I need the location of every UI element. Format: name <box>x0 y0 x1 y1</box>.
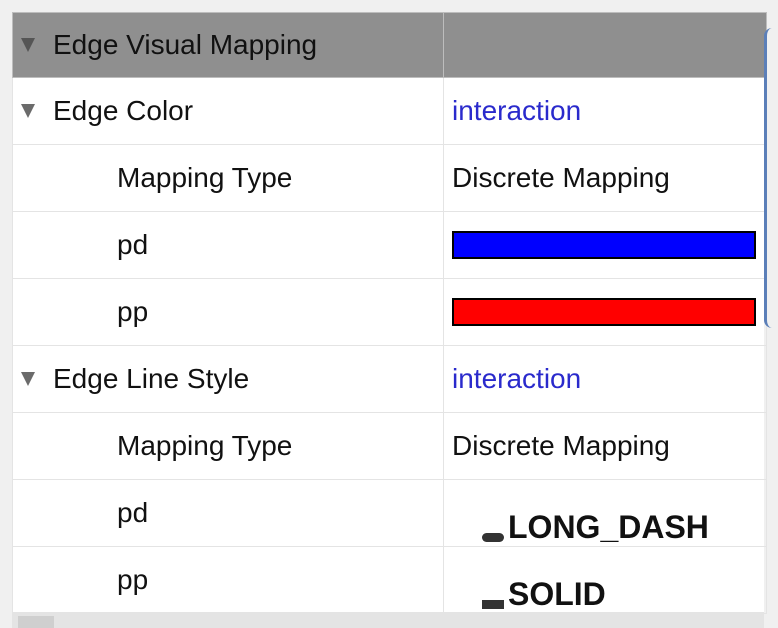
color-swatch[interactable] <box>452 298 756 326</box>
edge-line-style-entry-row[interactable]: pd LONG_DASH <box>12 479 767 547</box>
section-header-row[interactable]: Edge Visual Mapping <box>12 12 767 78</box>
edge-line-style-label: Edge Line Style <box>53 363 250 394</box>
edge-color-row[interactable]: Edge Color interaction <box>12 77 767 145</box>
edge-color-attribute[interactable]: interaction <box>452 95 581 127</box>
mapping-type-label: Mapping Type <box>117 162 293 193</box>
edge-color-entry-row[interactable]: pp <box>12 278 767 346</box>
entry-key: pp <box>117 564 149 595</box>
scrollbar-thumb[interactable] <box>18 616 54 628</box>
adjacent-panel-edge <box>764 28 776 328</box>
entry-key: pp <box>117 296 149 327</box>
mapping-type-label-cell: Mapping Type <box>12 144 444 212</box>
edge-line-style-attribute-cell[interactable]: interaction <box>443 345 767 413</box>
edge-color-entry-row[interactable]: pd <box>12 211 767 279</box>
mapping-type-value[interactable]: Discrete Mapping <box>452 162 670 194</box>
property-sheet: Edge Visual Mapping Edge Color interacti… <box>12 12 767 614</box>
entry-line-style-cell[interactable]: SOLID <box>443 546 767 614</box>
edge-color-mapping-type-row[interactable]: Mapping Type Discrete Mapping <box>12 144 767 212</box>
line-style-value[interactable]: SOLID <box>508 576 606 613</box>
entry-key-cell: pd <box>12 479 444 547</box>
edge-line-style-mapping-type-row[interactable]: Mapping Type Discrete Mapping <box>12 412 767 480</box>
visual-mapping-table: Edge Visual Mapping Edge Color interacti… <box>12 12 767 614</box>
entry-key: pd <box>117 497 149 528</box>
section-header-cell[interactable]: Edge Visual Mapping <box>12 12 444 78</box>
collapse-triangle-icon[interactable] <box>21 372 35 386</box>
entry-color-cell[interactable] <box>443 278 767 346</box>
entry-line-style-cell[interactable]: LONG_DASH <box>443 479 767 547</box>
section-header-label: Edge Visual Mapping <box>53 29 318 60</box>
mapping-type-value-cell[interactable]: Discrete Mapping <box>443 144 767 212</box>
mapping-type-value[interactable]: Discrete Mapping <box>452 430 670 462</box>
mapping-type-value-cell[interactable]: Discrete Mapping <box>443 412 767 480</box>
entry-key-cell: pp <box>12 546 444 614</box>
horizontal-scrollbar[interactable] <box>12 612 764 628</box>
edge-color-label-cell[interactable]: Edge Color <box>12 77 444 145</box>
entry-key: pd <box>117 229 149 260</box>
edge-line-style-row[interactable]: Edge Line Style interaction <box>12 345 767 413</box>
section-header-value <box>443 12 767 78</box>
long-dash-icon <box>482 533 504 542</box>
mapping-type-label-cell: Mapping Type <box>12 412 444 480</box>
mapping-type-label: Mapping Type <box>117 430 293 461</box>
edge-line-style-attribute[interactable]: interaction <box>452 363 581 395</box>
edge-line-style-label-cell[interactable]: Edge Line Style <box>12 345 444 413</box>
color-swatch[interactable] <box>452 231 756 259</box>
line-style-value[interactable]: LONG_DASH <box>508 509 709 546</box>
edge-color-attribute-cell[interactable]: interaction <box>443 77 767 145</box>
edge-line-style-entry-row[interactable]: pp SOLID <box>12 546 767 614</box>
entry-color-cell[interactable] <box>443 211 767 279</box>
solid-line-icon <box>482 600 504 609</box>
entry-key-cell: pd <box>12 211 444 279</box>
collapse-triangle-icon[interactable] <box>21 104 35 118</box>
collapse-triangle-icon[interactable] <box>21 38 35 52</box>
edge-color-label: Edge Color <box>53 95 194 126</box>
entry-key-cell: pp <box>12 278 444 346</box>
